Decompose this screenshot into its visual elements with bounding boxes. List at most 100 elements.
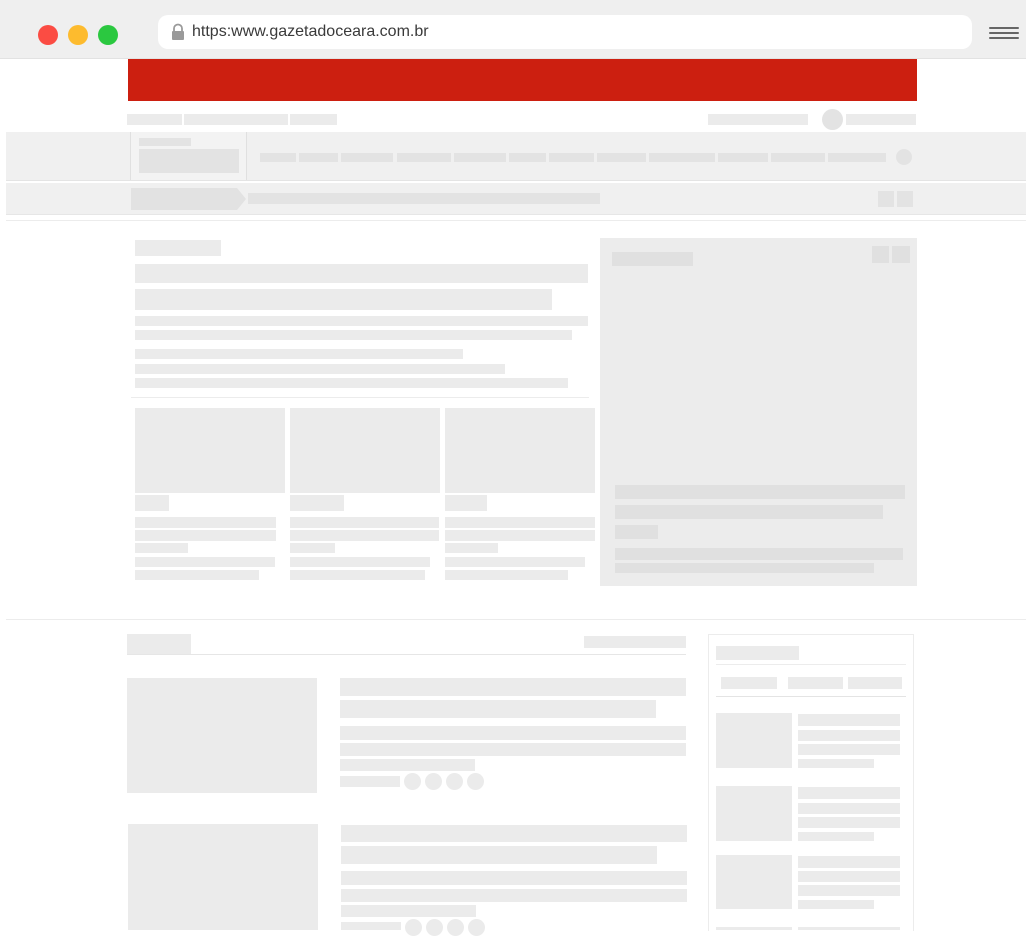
article-title-line[interactable] [340,678,686,696]
search-icon[interactable] [896,149,912,165]
sub-story-summary-line [290,557,430,567]
widget-item-line[interactable] [798,856,900,868]
nav-item[interactable] [771,153,825,162]
latest-see-more-link[interactable] [584,636,686,648]
widget-title-rule [716,664,906,665]
sub-story-title-line[interactable] [290,530,439,541]
sub-story-image[interactable] [290,408,440,493]
widget-item-line[interactable] [798,871,900,882]
lock-icon [172,23,184,40]
nav-item[interactable] [828,153,886,162]
maximize-window-button[interactable] [98,25,118,45]
sub-story-title-line[interactable] [135,517,276,528]
sub-story-title-line[interactable] [290,517,439,528]
widget-item-line[interactable] [798,885,900,896]
sub-story-title-line[interactable] [445,517,595,528]
related-link-line[interactable] [135,364,505,374]
article-thumbnail[interactable] [127,678,317,793]
main-story-headline-line[interactable] [135,264,588,283]
share-icon[interactable] [468,919,485,936]
featured-story-title-line[interactable] [615,505,883,519]
sub-story-tag[interactable] [290,495,344,511]
login-link[interactable] [846,114,916,125]
section-divider [6,619,1026,620]
ticker-headline[interactable] [248,193,600,204]
nav-item[interactable] [649,153,715,162]
nav-item[interactable] [397,153,451,162]
nav-item[interactable] [718,153,768,162]
main-story-headline-line[interactable] [135,289,552,310]
site-logo-small [139,138,191,146]
headline-divider [131,397,589,398]
close-window-button[interactable] [38,25,58,45]
latest-section-rule [127,654,686,655]
share-icon[interactable] [425,773,442,790]
user-avatar-icon[interactable] [822,109,843,130]
article-date [340,776,400,787]
ticker-next-button[interactable] [897,191,913,207]
sub-story-summary-line [135,570,259,580]
sub-story-image[interactable] [135,408,285,493]
sub-story-title-line[interactable] [445,530,595,541]
featured-prev-button[interactable] [872,246,889,263]
widget-tab[interactable] [848,677,902,689]
address-bar[interactable]: https:www.gazetadoceara.com.br [158,15,972,49]
related-link-line[interactable] [135,378,568,388]
main-story-summary-line [135,316,588,326]
article-title-line[interactable] [340,700,656,718]
featured-story-label [612,252,693,266]
widget-tab[interactable] [721,677,777,689]
minimize-window-button[interactable] [68,25,88,45]
nav-item[interactable] [549,153,594,162]
widget-tab[interactable] [788,677,843,689]
widget-item-line[interactable] [798,714,900,726]
sub-story-title-line[interactable] [445,543,498,553]
nav-item[interactable] [299,153,338,162]
sub-story-tag[interactable] [135,495,169,511]
share-icon[interactable] [447,919,464,936]
share-icon[interactable] [446,773,463,790]
sub-story-title-line[interactable] [135,543,188,553]
sub-story-title-line[interactable] [135,530,276,541]
widget-item-line[interactable] [798,817,900,828]
widget-item-thumbnail[interactable] [716,713,792,768]
widget-item-line[interactable] [798,900,874,909]
article-title-line[interactable] [341,825,687,842]
widget-item-line[interactable] [798,730,900,741]
widget-item-line[interactable] [798,759,874,768]
ticker-prev-button[interactable] [878,191,894,207]
article-summary-line [340,743,686,756]
widget-item-line[interactable] [798,744,900,755]
featured-story-tag [615,525,658,539]
share-icon[interactable] [405,919,422,936]
nav-item[interactable] [509,153,546,162]
share-icon[interactable] [467,773,484,790]
widget-item-line[interactable] [798,832,874,841]
widget-item-thumbnail[interactable] [716,855,792,909]
share-icon[interactable] [426,919,443,936]
main-story-category[interactable] [135,240,221,256]
site-header-banner [128,59,917,101]
section-divider [6,220,1026,221]
widget-item-thumbnail[interactable] [716,786,792,841]
sub-story-tag[interactable] [445,495,487,511]
featured-next-button[interactable] [892,246,910,263]
sub-story-title-line[interactable] [290,543,335,553]
widget-item-line[interactable] [798,787,900,799]
article-title-line[interactable] [341,846,657,864]
utility-link[interactable] [184,114,288,125]
sub-story-image[interactable] [445,408,595,493]
utility-link[interactable] [708,114,808,125]
article-thumbnail[interactable] [128,824,318,930]
nav-item[interactable] [454,153,506,162]
utility-link[interactable] [290,114,337,125]
nav-item[interactable] [260,153,296,162]
share-icon[interactable] [404,773,421,790]
hamburger-menu-icon[interactable] [989,25,1019,41]
related-link-line[interactable] [135,349,463,359]
nav-item[interactable] [597,153,646,162]
nav-item[interactable] [341,153,393,162]
featured-story-title-line[interactable] [615,485,905,499]
widget-item-line[interactable] [798,803,900,814]
utility-link[interactable] [127,114,182,125]
